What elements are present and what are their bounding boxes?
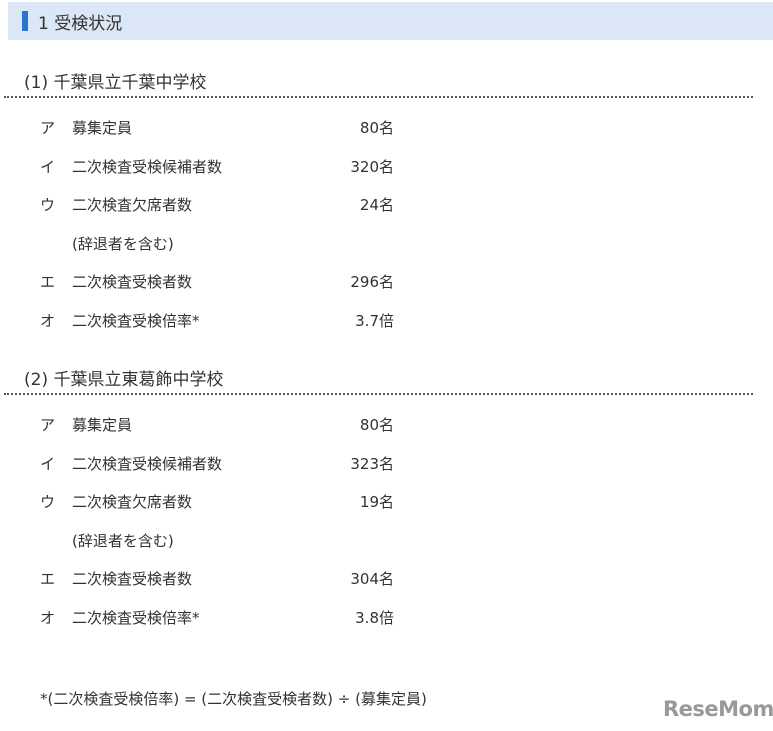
row-label: 募集定員 bbox=[72, 416, 133, 434]
stat-row: ア募集定員 80名 bbox=[22, 406, 773, 445]
row-marker: ア bbox=[40, 119, 56, 137]
row-marker: ウ bbox=[40, 196, 56, 214]
row-value: 24名 bbox=[359, 196, 394, 214]
section-header: 1 受検状況 bbox=[8, 2, 773, 40]
row-value: 296名 bbox=[350, 273, 394, 291]
row-label: 二次検査受検候補者数 bbox=[72, 157, 223, 176]
row-label: 二次検査受検者数 bbox=[72, 570, 193, 588]
row-marker: イ bbox=[40, 157, 56, 176]
row-value: 19名 bbox=[359, 493, 394, 511]
header-accent-bar bbox=[22, 11, 28, 31]
row-label: 二次検査受検倍率* bbox=[72, 311, 200, 330]
stat-row: エ二次検査受検者数 304名 bbox=[22, 560, 773, 599]
row-label: 二次検査受検倍率* bbox=[72, 608, 200, 627]
row-value: 80名 bbox=[359, 416, 394, 434]
row-marker: イ bbox=[40, 454, 56, 473]
row-value: 304名 bbox=[350, 570, 394, 588]
row-marker: オ bbox=[40, 311, 56, 330]
stat-row: イ二次検査受検候補者数 320名 bbox=[22, 148, 773, 187]
stat-row: ウ二次検査欠席者数 24名 bbox=[22, 186, 773, 225]
row-label: 二次検査受検候補者数 bbox=[72, 454, 223, 473]
row-marker: オ bbox=[40, 608, 56, 627]
school-section-2: (2) 千葉県立東葛飾中学校 ア募集定員 80名イ二次検査受検候補者数 323名ウ二… bbox=[4, 365, 773, 638]
stat-row: ア募集定員 80名 bbox=[22, 109, 773, 148]
row-label: 募集定員 bbox=[72, 119, 133, 137]
row-label: 二次検査受検者数 bbox=[72, 273, 193, 291]
row-marker: ウ bbox=[40, 493, 56, 511]
stat-row: オ二次検査受検倍率* 3.7倍 bbox=[22, 302, 773, 341]
row-value: 3.8倍 bbox=[355, 608, 394, 627]
row-marker: エ bbox=[40, 570, 56, 588]
header-title: 1 受検状況 bbox=[38, 13, 123, 34]
footnote: *(二次検査受検倍率) = (二次検査受検者数) ÷ (募集定員) bbox=[40, 690, 427, 708]
row-value: 3.7倍 bbox=[355, 311, 394, 330]
row-marker: エ bbox=[40, 273, 56, 291]
row-label: (辞退者を含む) bbox=[72, 531, 174, 550]
stat-row: オ二次検査受検倍率* 3.8倍 bbox=[22, 599, 773, 638]
stat-row: ウ二次検査欠席者数 19名 bbox=[22, 483, 773, 522]
stat-row: イ二次検査受検候補者数 323名 bbox=[22, 445, 773, 484]
row-label: 二次検査欠席者数 bbox=[72, 196, 193, 214]
stat-row: (辞退者を含む) bbox=[22, 225, 773, 264]
school-title: (2) 千葉県立東葛飾中学校 bbox=[4, 365, 753, 395]
row-marker: ア bbox=[40, 416, 56, 434]
row-value: 80名 bbox=[359, 119, 394, 137]
school-section-1: (1) 千葉県立千葉中学校 ア募集定員 80名イ二次検査受検候補者数 320名ウ二次… bbox=[4, 68, 773, 341]
stat-row: エ二次検査受検者数 296名 bbox=[22, 263, 773, 302]
row-label: (辞退者を含む) bbox=[72, 234, 174, 253]
row-value: 320名 bbox=[350, 157, 394, 176]
stat-row: (辞退者を含む) bbox=[22, 522, 773, 561]
school-title: (1) 千葉県立千葉中学校 bbox=[4, 68, 753, 98]
resemom-logo: ReseMom. bbox=[663, 697, 773, 721]
row-label: 二次検査欠席者数 bbox=[72, 493, 193, 511]
row-value: 323名 bbox=[350, 454, 394, 473]
